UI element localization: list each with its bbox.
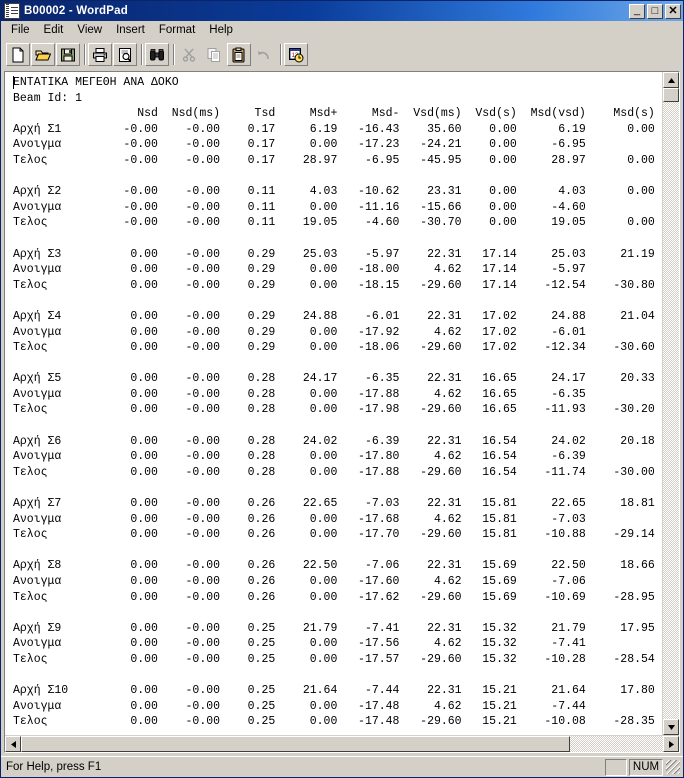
toolbar-separator-1 bbox=[81, 43, 88, 66]
triangle-down-icon bbox=[667, 724, 675, 730]
undo-button[interactable] bbox=[252, 43, 276, 66]
menu-view[interactable]: View bbox=[70, 22, 109, 39]
copy-button[interactable] bbox=[202, 43, 226, 66]
client-area: ΕΝΤΑΤΙΚΑ ΜΕΓΕΘΗ ΑΝΑ ΔΟΚΟ Beam Id: 1 Nsd … bbox=[1, 70, 683, 756]
print-preview-button[interactable] bbox=[113, 43, 137, 66]
wordpad-document-icon bbox=[4, 3, 20, 19]
scroll-right-button[interactable] bbox=[663, 736, 679, 752]
vertical-scrollbar[interactable] bbox=[662, 72, 679, 735]
scroll-up-button[interactable] bbox=[663, 72, 679, 88]
document-text: ΕΝΤΑΤΙΚΑ ΜΕΓΕΘΗ ΑΝΑ ΔΟΚΟ Beam Id: 1 Nsd … bbox=[13, 76, 655, 729]
new-document-button[interactable] bbox=[6, 43, 30, 66]
cut-button[interactable] bbox=[177, 43, 201, 66]
window-title: B00002 - WordPad bbox=[24, 5, 128, 17]
horizontal-scroll-track[interactable] bbox=[21, 736, 663, 752]
text-view[interactable]: ΕΝΤΑΤΙΚΑ ΜΕΓΕΘΗ ΑΝΑ ΔΟΚΟ Beam Id: 1 Nsd … bbox=[5, 72, 662, 735]
maximize-button[interactable]: □ bbox=[647, 3, 663, 19]
binoculars-icon bbox=[150, 48, 164, 60]
toolbar-empty-area bbox=[309, 43, 683, 66]
triangle-left-icon bbox=[10, 740, 16, 748]
clipboard-icon bbox=[232, 47, 245, 62]
toolbar-separator-4 bbox=[277, 43, 284, 66]
date-time-button[interactable]: 13 bbox=[284, 43, 308, 66]
toolbar-separator-2 bbox=[138, 43, 145, 66]
close-button[interactable]: ✕ bbox=[665, 3, 681, 19]
triangle-up-icon bbox=[667, 77, 675, 83]
copy-pages-icon bbox=[207, 47, 220, 62]
text-caret bbox=[13, 76, 14, 89]
close-icon: ✕ bbox=[668, 4, 678, 17]
new-page-icon bbox=[12, 47, 24, 62]
toolbar: 13 bbox=[1, 40, 683, 70]
menu-help[interactable]: Help bbox=[202, 22, 240, 39]
vertical-scroll-track[interactable] bbox=[663, 88, 679, 719]
find-button[interactable] bbox=[145, 43, 169, 66]
scroll-left-button[interactable] bbox=[5, 736, 21, 752]
calendar-clock-icon: 13 bbox=[289, 47, 304, 62]
scissors-icon bbox=[182, 48, 196, 62]
vertical-scroll-thumb[interactable] bbox=[663, 88, 679, 102]
horizontal-scroll-thumb[interactable] bbox=[21, 736, 570, 752]
minimize-icon: _ bbox=[633, 3, 641, 16]
status-bar: For Help, press F1 NUM bbox=[1, 756, 683, 777]
minimize-button[interactable]: _ bbox=[629, 3, 645, 19]
scroll-down-button[interactable] bbox=[663, 719, 679, 735]
open-button[interactable] bbox=[31, 43, 55, 66]
print-button[interactable] bbox=[88, 43, 112, 66]
paste-button[interactable] bbox=[227, 43, 251, 66]
menu-format[interactable]: Format bbox=[152, 22, 202, 39]
menu-edit[interactable]: Edit bbox=[37, 22, 71, 39]
resize-grip-icon[interactable] bbox=[666, 760, 680, 774]
save-button[interactable] bbox=[56, 43, 80, 66]
floppy-disk-icon bbox=[61, 48, 75, 61]
status-pane-num: NUM bbox=[629, 758, 663, 776]
open-folder-icon bbox=[35, 50, 51, 60]
menu-file[interactable]: File bbox=[4, 22, 37, 39]
printer-icon bbox=[93, 47, 107, 62]
triangle-right-icon bbox=[668, 740, 674, 748]
edit-inner: ΕΝΤΑΤΙΚΑ ΜΕΓΕΘΗ ΑΝΑ ΔΟΚΟ Beam Id: 1 Nsd … bbox=[5, 72, 679, 735]
undo-arrow-icon bbox=[258, 50, 269, 59]
maximize-icon: □ bbox=[651, 4, 659, 17]
horizontal-scrollbar[interactable] bbox=[5, 735, 679, 752]
edit-control-frame: ΕΝΤΑΤΙΚΑ ΜΕΓΕΘΗ ΑΝΑ ΔΟΚΟ Beam Id: 1 Nsd … bbox=[4, 71, 680, 753]
wordpad-window: B00002 - WordPad _ □ ✕ File Edit View In… bbox=[0, 0, 684, 778]
status-help-text: For Help, press F1 bbox=[6, 761, 102, 773]
menu-bar: File Edit View Insert Format Help bbox=[1, 21, 683, 40]
caption-buttons: _ □ ✕ bbox=[629, 3, 681, 19]
status-pane-blank bbox=[605, 758, 627, 776]
print-preview-icon bbox=[119, 47, 132, 62]
title-bar[interactable]: B00002 - WordPad _ □ ✕ bbox=[1, 1, 683, 21]
toolbar-separator-3 bbox=[170, 43, 177, 66]
menu-insert[interactable]: Insert bbox=[109, 22, 152, 39]
